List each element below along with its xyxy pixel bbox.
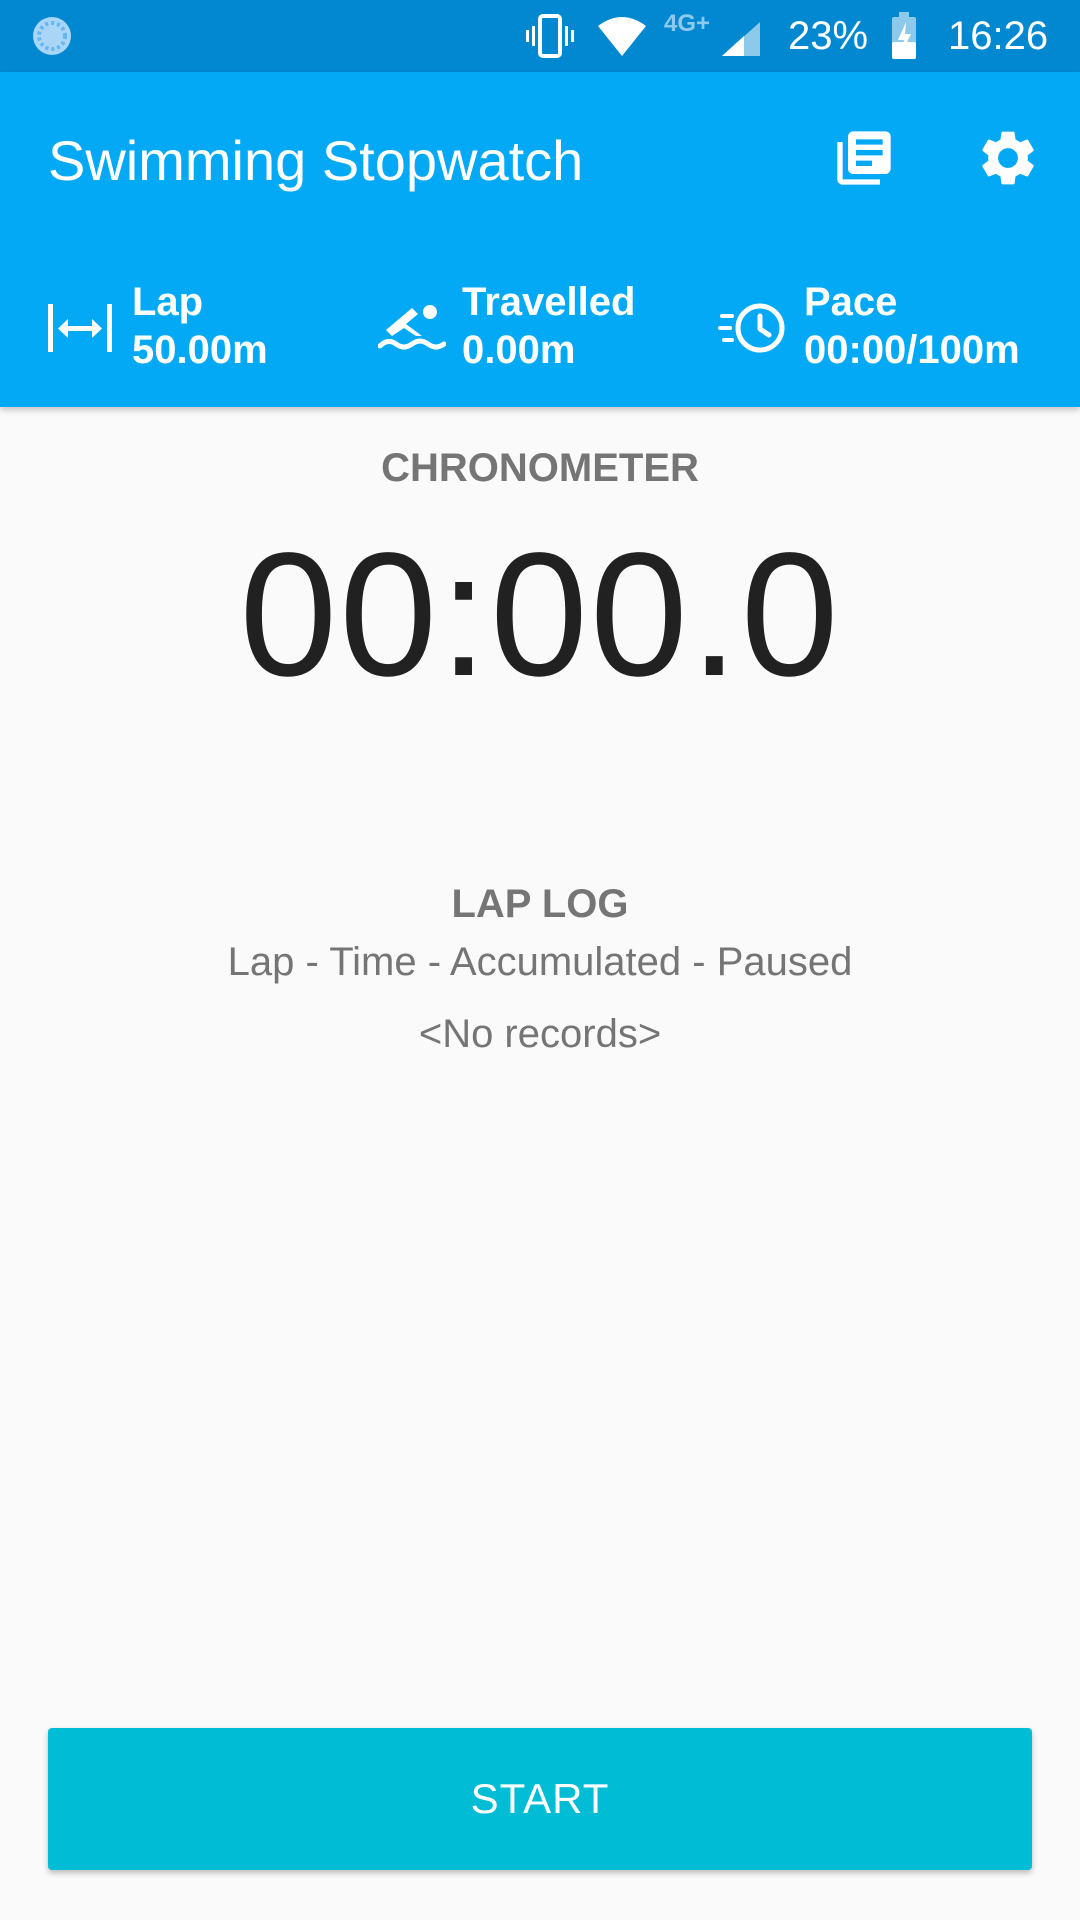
battery-charging-icon [890, 12, 918, 60]
settings-icon [975, 125, 1041, 196]
status-bar: 4G+ 23% 16:26 [0, 0, 1080, 72]
network-type-label: 4G+ [664, 10, 711, 37]
vibrate-icon [524, 14, 576, 58]
app-notification-icon [30, 14, 74, 58]
lap-log-empty-text: <No records> [418, 1012, 662, 1056]
lap-log-icon [832, 126, 896, 195]
swimmer-icon [377, 300, 447, 356]
chronometer-label: CHRONOMETER [381, 446, 699, 490]
lap-log-button[interactable] [824, 120, 904, 200]
lap-distance-icon [46, 300, 114, 356]
chronometer-time: 00:00.0 [239, 517, 841, 713]
start-button-label: START [470, 1775, 610, 1822]
wifi-icon [596, 16, 648, 58]
signal-icon [720, 20, 762, 58]
app-bar: Swimming Stopwatch Lap 50.00m Travelled … [0, 72, 1080, 407]
travelled-label: Travelled [462, 280, 636, 324]
lap-value: 50.00m [132, 328, 268, 372]
pace-value: 00:00/100m [804, 328, 1020, 372]
lap-log-columns: Lap - Time - Accumulated - Paused [227, 940, 853, 984]
start-button[interactable]: START [48, 1728, 1032, 1870]
app-title: Swimming Stopwatch [48, 129, 584, 192]
travelled-value: 0.00m [462, 328, 576, 372]
clock-time: 16:26 [948, 14, 1049, 58]
pace-timer-icon [718, 300, 788, 356]
settings-button[interactable] [968, 120, 1048, 200]
battery-percent: 23% [788, 14, 869, 58]
lap-label: Lap [132, 280, 204, 324]
lap-log-title: LAP LOG [451, 882, 629, 926]
pace-label: Pace [804, 280, 898, 324]
